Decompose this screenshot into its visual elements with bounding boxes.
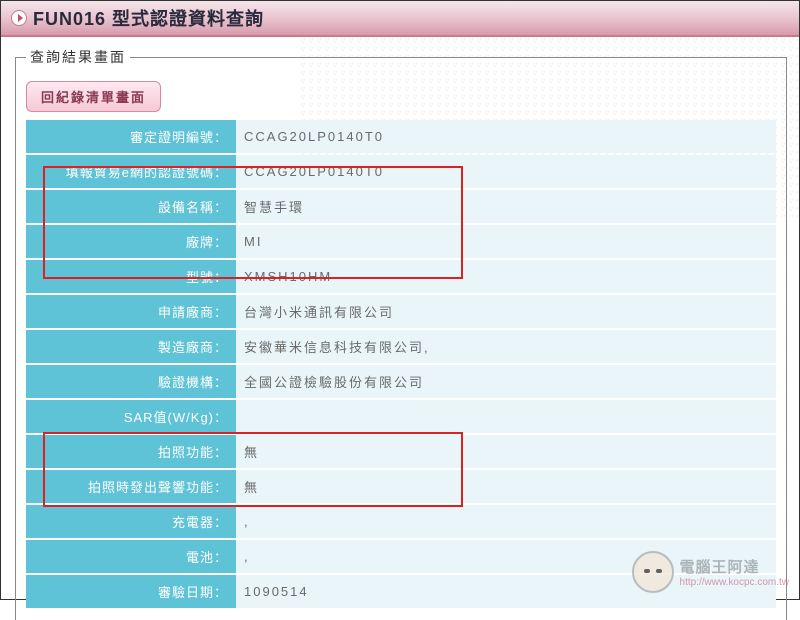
row-label: 設備名稱： <box>26 190 236 223</box>
row-label: 型號： <box>26 260 236 293</box>
results-legend: 查詢結果畫面 <box>26 47 130 67</box>
row-label: 拍照時發出聲響功能： <box>26 470 236 503</box>
row-label: 電池： <box>26 540 236 573</box>
page-title: FUN016 型式認證資料查詢 <box>33 5 264 31</box>
table-row: 廠牌：MI <box>26 225 776 258</box>
row-value: XMSH10HM <box>236 260 776 293</box>
back-to-list-button[interactable]: 回紀錄清單畫面 <box>26 81 161 112</box>
row-label: 驗證機構： <box>26 365 236 398</box>
page-header: FUN016 型式認證資料查詢 <box>1 1 799 37</box>
watermark-avatar-icon <box>632 551 674 593</box>
row-label: SAR值(W/Kg)： <box>26 400 236 433</box>
row-label: 審驗日期： <box>26 575 236 608</box>
row-label: 製造廠商： <box>26 330 236 363</box>
play-icon <box>11 10 27 26</box>
table-row: SAR值(W/Kg)： <box>26 400 776 433</box>
row-value: 智慧手環 <box>236 190 776 223</box>
row-label: 廠牌： <box>26 225 236 258</box>
table-row: 拍照功能：無 <box>26 435 776 468</box>
row-label: 拍照功能： <box>26 435 236 468</box>
row-label: 審定證明編號： <box>26 120 236 153</box>
row-label: 充電器： <box>26 505 236 538</box>
row-value: 安徽華米信息科技有限公司, <box>236 330 776 363</box>
table-row: 製造廠商：安徽華米信息科技有限公司, <box>26 330 776 363</box>
table-row: 設備名稱：智慧手環 <box>26 190 776 223</box>
table-row: 型號：XMSH10HM <box>26 260 776 293</box>
table-row: 審定證明編號：CCAG20LP0140T0 <box>26 120 776 153</box>
row-value: CCAG20LP0140T0 <box>236 155 776 188</box>
row-value: 無 <box>236 470 776 503</box>
row-value: 台灣小米通訊有限公司 <box>236 295 776 328</box>
table-row: 驗證機構：全國公證檢驗股份有限公司 <box>26 365 776 398</box>
results-table: 審定證明編號：CCAG20LP0140T0填報貿易e網的認證號碼：CCAG20L… <box>26 118 776 610</box>
results-fieldset: 查詢結果畫面 回紀錄清單畫面 審定證明編號：CCAG20LP0140T0填報貿易… <box>15 47 787 620</box>
table-row: 申請廠商：台灣小米通訊有限公司 <box>26 295 776 328</box>
row-value: 全國公證檢驗股份有限公司 <box>236 365 776 398</box>
row-label: 填報貿易e網的認證號碼： <box>26 155 236 188</box>
table-row: 填報貿易e網的認證號碼：CCAG20LP0140T0 <box>26 155 776 188</box>
row-value: 無 <box>236 435 776 468</box>
watermark: 電腦王阿達 http://www.kocpc.com.tw <box>632 551 789 593</box>
watermark-url: http://www.kocpc.com.tw <box>680 577 789 588</box>
watermark-title: 電腦王阿達 <box>680 556 789 577</box>
row-value <box>236 400 776 433</box>
table-row: 拍照時發出聲響功能：無 <box>26 470 776 503</box>
row-value: CCAG20LP0140T0 <box>236 120 776 153</box>
table-row: 充電器：, <box>26 505 776 538</box>
row-value: MI <box>236 225 776 258</box>
row-label: 申請廠商： <box>26 295 236 328</box>
row-value: , <box>236 505 776 538</box>
